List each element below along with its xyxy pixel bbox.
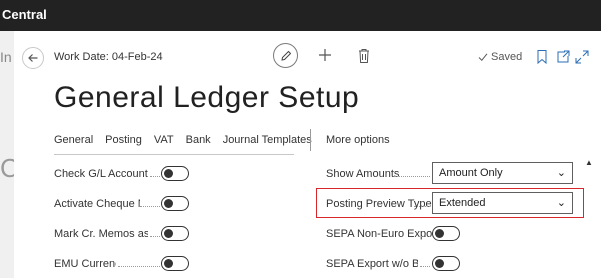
field-label-emu-currency: EMU Currency [54,258,116,270]
toggle-knob [435,228,444,238]
new-window-icon[interactable] [556,49,570,65]
field-dots [150,176,160,177]
back-arrow-icon [28,54,38,62]
posting-preview-type-select[interactable]: Extended ⌄ [432,192,573,214]
tab-bank[interactable]: Bank [186,134,211,152]
background-page: In C [0,31,19,278]
checkmark-icon [478,53,488,62]
field-label-sepa-non-euro-export: SEPA Non-Euro Export [326,228,439,240]
toggle-sepa-export-wo-bank[interactable] [432,256,460,271]
field-dots [150,236,160,237]
field-dots [118,266,160,267]
tab-bar: General Posting VAT Bank Journal Templat… [54,134,324,152]
field-label-show-amounts: Show Amounts [326,168,400,180]
chevron-down-icon: ⌄ [556,197,566,209]
toggle-sepa-non-euro-export[interactable] [432,226,460,241]
top-bar: Central [0,0,601,31]
posting-preview-type-value: Extended [439,197,486,209]
tab-journal-templates[interactable]: Journal Templates [223,134,312,152]
toggle-knob [164,168,173,178]
back-button[interactable] [22,47,44,69]
plus-icon[interactable] [317,45,333,65]
chevron-down-icon: ⌄ [556,167,566,179]
card-page: Work Date: 04-Feb-24 Saved General Ledge… [14,31,601,278]
toggle-knob [435,258,444,268]
app-name: Central [2,7,47,22]
show-amounts-value: Amount Only [439,167,503,179]
field-label-check-gl-account: Check G/L Account U... [54,168,148,180]
saved-label: Saved [491,51,523,63]
field-dots [414,206,430,207]
field-dots [140,206,160,207]
toggle-mark-cr-memos[interactable] [161,226,189,241]
field-label-mark-cr-memos: Mark Cr. Memos as C... [54,228,148,240]
field-dots [420,266,430,267]
toggle-knob [164,258,173,268]
tab-general[interactable]: General [54,134,93,152]
toggle-knob [164,198,173,208]
tab-divider [310,129,311,151]
expand-icon[interactable] [575,49,589,65]
field-label-posting-preview-type: Posting Preview Type [326,198,432,210]
background-text-fragment: In [0,49,12,65]
field-label-sepa-export-wo-bank: SEPA Export w/o Ban... [326,258,418,270]
trash-icon[interactable] [357,48,371,64]
toggle-emu-currency[interactable] [161,256,189,271]
bookmark-icon[interactable] [536,49,548,65]
work-date: Work Date: 04-Feb-24 [54,51,163,63]
field-dots [418,236,430,237]
tab-more-options[interactable]: More options [326,134,390,146]
toggle-check-gl-account[interactable] [161,166,189,181]
field-dots [394,176,430,177]
page-title: General Ledger Setup [54,81,360,114]
tab-underline [54,154,294,155]
tab-posting[interactable]: Posting [105,134,142,152]
pencil-icon [280,50,291,61]
toggle-activate-cheque-no[interactable] [161,196,189,211]
field-label-activate-cheque-no: Activate Cheque No. [54,198,140,210]
edit-button[interactable] [273,43,298,68]
scroll-up-arrow[interactable]: ▲ [585,158,593,167]
toggle-knob [164,228,173,238]
save-status: Saved [478,51,522,63]
show-amounts-select[interactable]: Amount Only ⌄ [432,162,573,184]
tab-vat[interactable]: VAT [154,134,174,152]
